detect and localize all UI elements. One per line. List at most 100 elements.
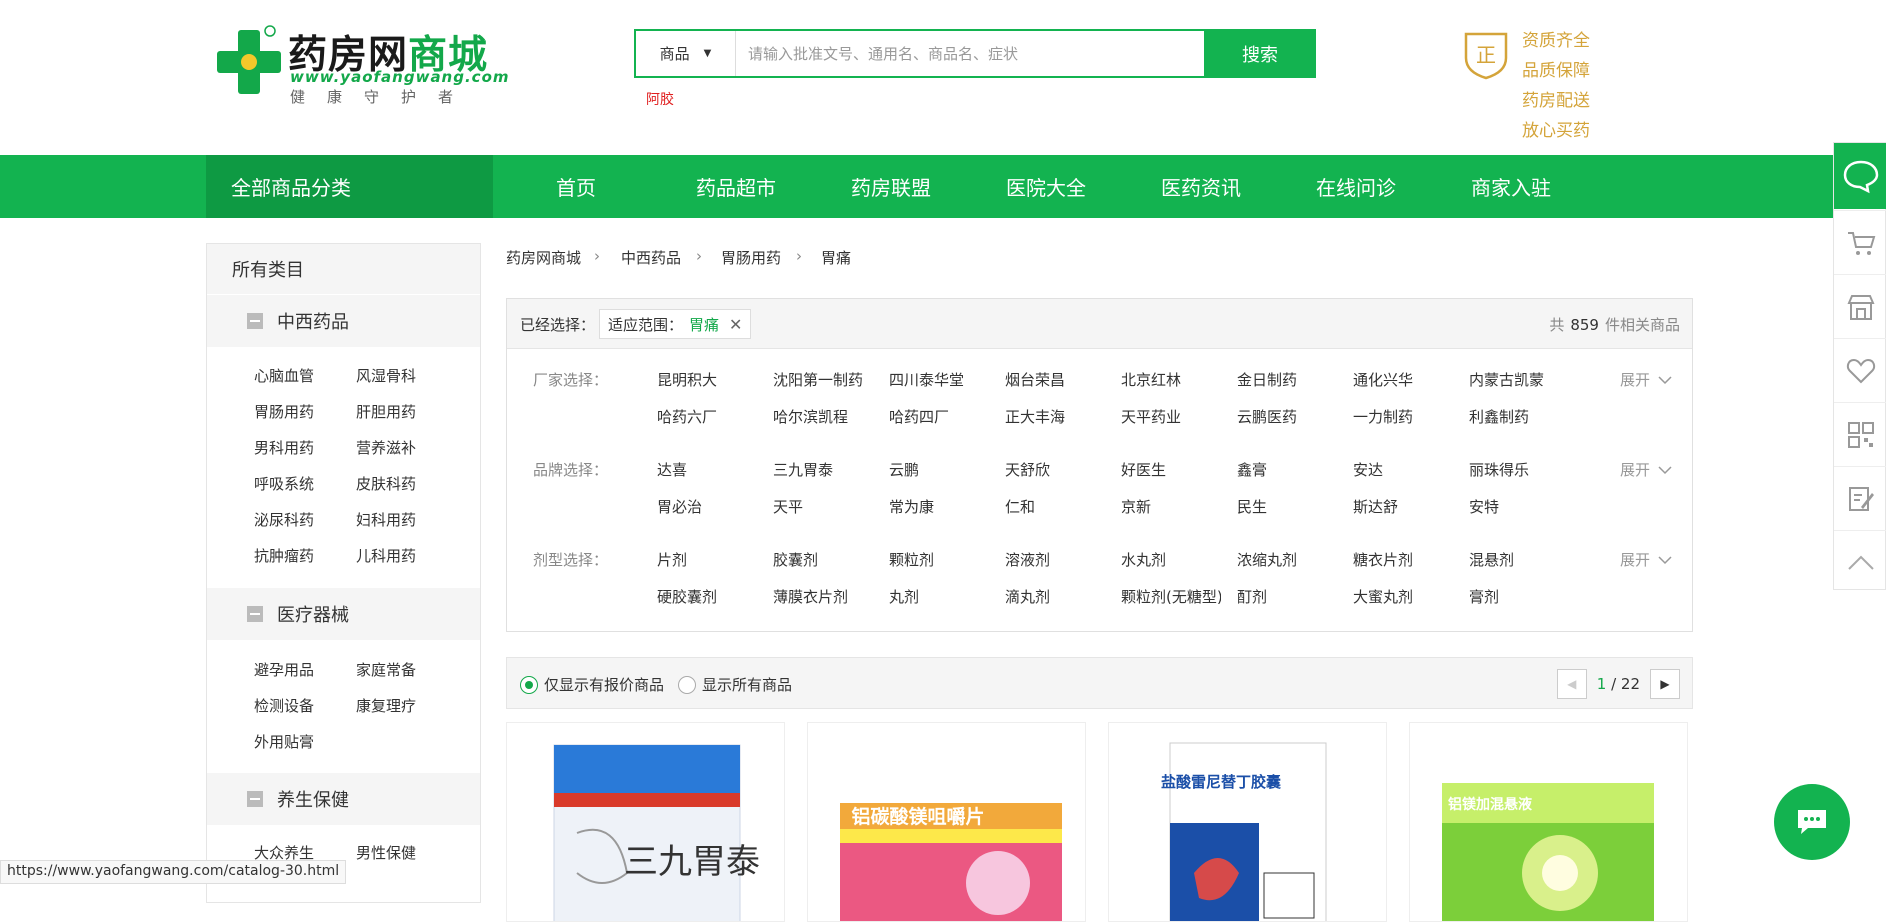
- qrcode-dock-button[interactable]: [1834, 402, 1886, 466]
- product-card[interactable]: 盐酸雷尼替丁胶囊: [1108, 722, 1387, 922]
- filter-option[interactable]: 哈药六厂: [657, 406, 757, 427]
- product-card[interactable]: 三九胃泰: [506, 722, 785, 922]
- sidebar-item[interactable]: 抗肿瘤药: [254, 545, 314, 566]
- filter-option[interactable]: 天平: [773, 496, 873, 517]
- filter-option[interactable]: 烟台荣昌: [1005, 369, 1105, 390]
- filter-option[interactable]: 糖衣片剂: [1353, 549, 1453, 570]
- filter-option[interactable]: 安达: [1353, 459, 1453, 480]
- filter-option[interactable]: 丽珠得乐: [1469, 459, 1569, 480]
- filter-option[interactable]: 通化兴华: [1353, 369, 1453, 390]
- sidebar-item[interactable]: 男性保健: [356, 842, 416, 863]
- floating-chat-button[interactable]: [1774, 784, 1850, 860]
- filter-option[interactable]: 昆明积大: [657, 369, 757, 390]
- filter-option[interactable]: 丸剂: [889, 586, 989, 607]
- filter-option[interactable]: 好医生: [1121, 459, 1221, 480]
- filter-option[interactable]: 金日制药: [1237, 369, 1337, 390]
- product-card[interactable]: 铝镁加混悬液: [1409, 722, 1688, 922]
- store-dock-button[interactable]: [1834, 274, 1886, 338]
- cart-dock-button[interactable]: [1834, 210, 1886, 274]
- nav-item-home[interactable]: 首页: [556, 155, 596, 218]
- filter-option[interactable]: 溶液剂: [1005, 549, 1105, 570]
- category-group-title[interactable]: 养生保健: [207, 773, 480, 825]
- search-input[interactable]: [736, 31, 1204, 76]
- filter-option[interactable]: 混悬剂: [1469, 549, 1569, 570]
- sidebar-item[interactable]: 妇科用药: [356, 509, 416, 530]
- filter-option[interactable]: 沈阳第一制药: [773, 369, 873, 390]
- filter-option[interactable]: 哈尔滨凯程: [773, 406, 873, 427]
- filter-option[interactable]: 三九胃泰: [773, 459, 873, 480]
- all-categories-menu[interactable]: 全部商品分类: [206, 155, 493, 218]
- sidebar-item[interactable]: 胃肠用药: [254, 401, 314, 422]
- nav-item-medical-news[interactable]: 医药资讯: [1161, 155, 1241, 218]
- sidebar-item[interactable]: 营养滋补: [356, 437, 416, 458]
- filter-option[interactable]: 胃必治: [657, 496, 757, 517]
- filter-option[interactable]: 天平药业: [1121, 406, 1221, 427]
- filter-option[interactable]: 硬胶囊剂: [657, 586, 757, 607]
- filter-option[interactable]: 仁和: [1005, 496, 1105, 517]
- sidebar-item[interactable]: 肝胆用药: [356, 401, 416, 422]
- filter-option[interactable]: 达喜: [657, 459, 757, 480]
- filter-option[interactable]: 北京红林: [1121, 369, 1221, 390]
- nav-item-merchant-join[interactable]: 商家入驻: [1471, 155, 1551, 218]
- hot-keyword-link[interactable]: 阿胶: [646, 89, 674, 109]
- filter-option[interactable]: 鑫膏: [1237, 459, 1337, 480]
- sidebar-item[interactable]: 儿科用药: [356, 545, 416, 566]
- filter-option[interactable]: 正大丰海: [1005, 406, 1105, 427]
- filter-option[interactable]: 京新: [1121, 496, 1221, 517]
- sidebar-item[interactable]: 外用贴膏: [254, 731, 314, 752]
- filter-option[interactable]: 云鹏: [889, 459, 989, 480]
- filter-option[interactable]: 安特: [1469, 496, 1569, 517]
- sidebar-item[interactable]: 检测设备: [254, 695, 314, 716]
- filter-option[interactable]: 膏剂: [1469, 586, 1569, 607]
- filter-option[interactable]: 大蜜丸剂: [1353, 586, 1453, 607]
- sidebar-item[interactable]: 心脑血管: [254, 365, 314, 386]
- feedback-dock-button[interactable]: [1834, 466, 1886, 530]
- filter-option[interactable]: 哈药四厂: [889, 406, 989, 427]
- nav-item-pharmacy-alliance[interactable]: 药房联盟: [851, 155, 931, 218]
- collapse-icon[interactable]: [247, 313, 263, 329]
- filter-option[interactable]: 酊剂: [1237, 586, 1337, 607]
- filter-option[interactable]: 一力制药: [1353, 406, 1453, 427]
- sidebar-item[interactable]: 避孕用品: [254, 659, 314, 680]
- expand-filter-button[interactable]: 展开: [1620, 549, 1672, 570]
- category-group-title[interactable]: 中西药品: [207, 295, 480, 347]
- site-logo[interactable]: 药房网商城 www.yaofangwang.com 健康守护者: [216, 22, 509, 106]
- sidebar-item[interactable]: 风湿骨科: [356, 365, 416, 386]
- radio-priced-only[interactable]: 仅显示有报价商品: [520, 674, 664, 695]
- filter-option[interactable]: 滴丸剂: [1005, 586, 1105, 607]
- product-card[interactable]: 铝碳酸镁咀嚼片: [807, 722, 1086, 922]
- favorite-dock-button[interactable]: [1834, 338, 1886, 402]
- sidebar-item[interactable]: 泌尿科药: [254, 509, 314, 530]
- breadcrumb-item[interactable]: 药房网商城: [506, 247, 581, 268]
- selected-filter-chip[interactable]: 适应范围： 胃痛 ✕: [599, 309, 752, 339]
- next-page-button[interactable]: ▶: [1650, 669, 1680, 699]
- filter-option[interactable]: 浓缩丸剂: [1237, 549, 1337, 570]
- search-button[interactable]: 搜索: [1204, 29, 1316, 78]
- back-to-top-button[interactable]: [1834, 530, 1886, 594]
- filter-option[interactable]: 胶囊剂: [773, 549, 873, 570]
- filter-option[interactable]: 天舒欣: [1005, 459, 1105, 480]
- collapse-icon[interactable]: [247, 606, 263, 622]
- filter-option[interactable]: 四川泰华堂: [889, 369, 989, 390]
- prev-page-button[interactable]: ◀: [1556, 669, 1587, 699]
- filter-option[interactable]: 常为康: [889, 496, 989, 517]
- filter-option[interactable]: 片剂: [657, 549, 757, 570]
- expand-filter-button[interactable]: 展开: [1620, 369, 1672, 390]
- collapse-icon[interactable]: [247, 791, 263, 807]
- filter-option[interactable]: 内蒙古凯蒙: [1469, 369, 1569, 390]
- filter-option[interactable]: 颗粒剂(无糖型): [1121, 586, 1221, 607]
- breadcrumb-item[interactable]: 胃肠用药: [721, 247, 781, 268]
- filter-option[interactable]: 斯达舒: [1353, 496, 1453, 517]
- breadcrumb-item[interactable]: 中西药品: [621, 247, 681, 268]
- filter-option[interactable]: 薄膜衣片剂: [773, 586, 873, 607]
- sidebar-item[interactable]: 康复理疗: [356, 695, 416, 716]
- sidebar-item[interactable]: 皮肤科药: [356, 473, 416, 494]
- filter-option[interactable]: 颗粒剂: [889, 549, 989, 570]
- nav-item-drug-market[interactable]: 药品超市: [696, 155, 776, 218]
- nav-item-hospitals[interactable]: 医院大全: [1006, 155, 1086, 218]
- search-category-select[interactable]: 商品 ▼: [636, 31, 736, 76]
- close-icon[interactable]: ✕: [729, 315, 742, 334]
- filter-option[interactable]: 水丸剂: [1121, 549, 1221, 570]
- sidebar-item[interactable]: 男科用药: [254, 437, 314, 458]
- expand-filter-button[interactable]: 展开: [1620, 459, 1672, 480]
